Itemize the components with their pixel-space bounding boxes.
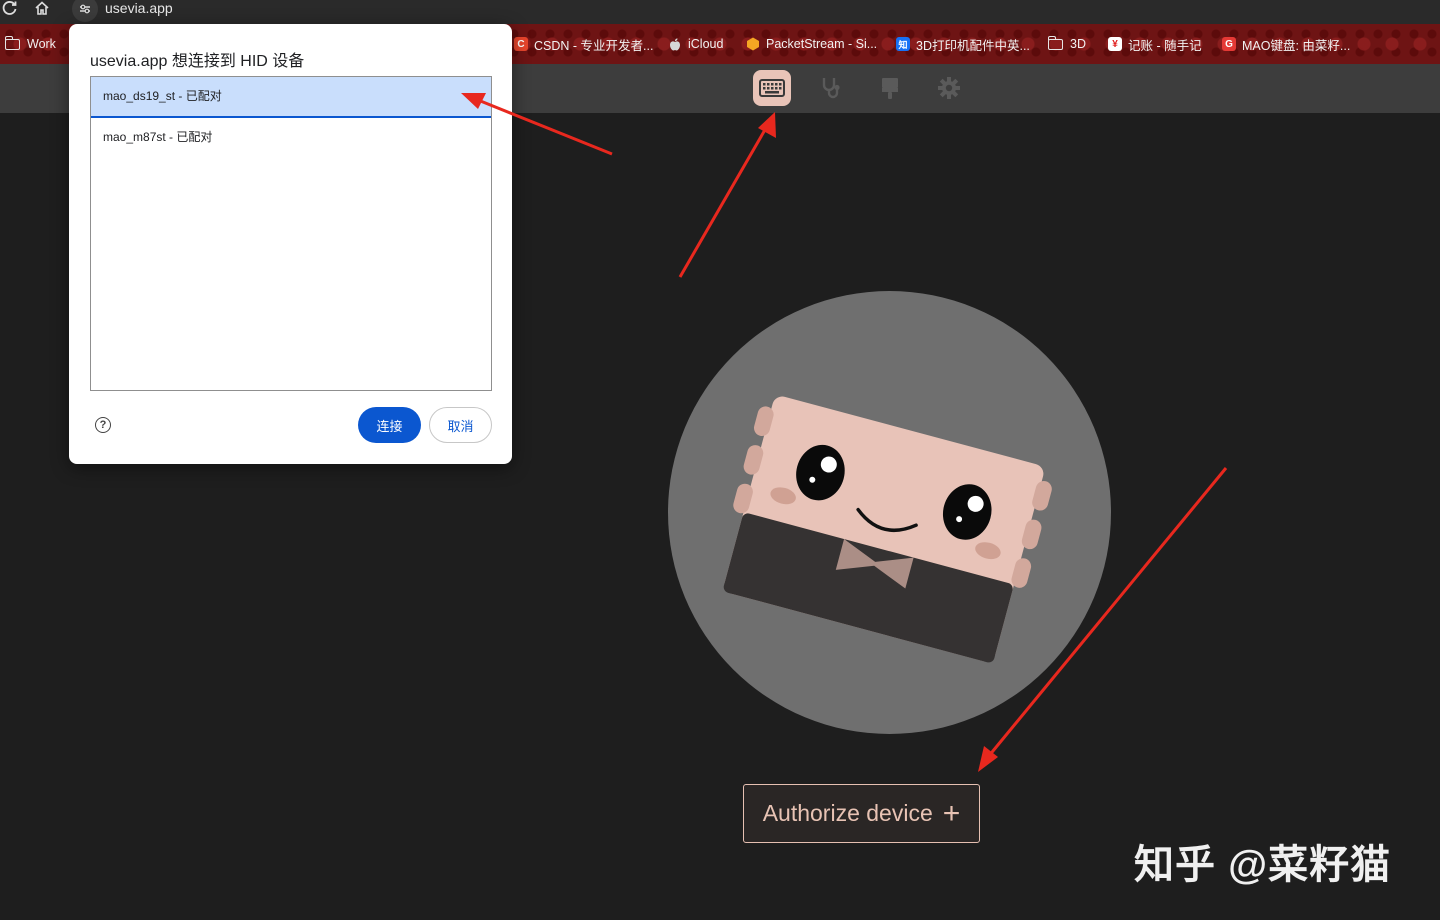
url-text[interactable]: usevia.app [105, 0, 173, 16]
bookmark-label: 记账 - 随手记 [1128, 38, 1202, 53]
arrow-head [758, 112, 776, 138]
bookmark-label: CSDN - 专业开发者... [534, 38, 654, 53]
keyboard-icon[interactable] [753, 70, 791, 106]
folder-icon [1047, 35, 1063, 50]
plus-icon: + [942, 796, 961, 830]
bookmark-label: iCloud [688, 37, 724, 51]
home-icon[interactable] [34, 0, 56, 20]
bookmark-work[interactable]: Work [4, 35, 56, 53]
bookmark-accounting[interactable]: ¥ 记账 - 随手记 [1108, 35, 1202, 53]
dialog-title: usevia.app 想连接到 HID 设备 [90, 53, 305, 70]
brush-icon[interactable] [871, 70, 909, 106]
device-list[interactable]: mao_ds19_st - 已配对 mao_m87st - 已配对 [90, 76, 492, 391]
device-item-selected[interactable]: mao_ds19_st - 已配对 [91, 77, 491, 118]
apple-icon [668, 37, 682, 51]
browser-address-bar: usevia.app [0, 0, 1440, 24]
bookmark-label: 3D [1070, 37, 1086, 51]
bookmark-icloud[interactable]: iCloud [668, 35, 723, 53]
authorize-device-label: Authorize device [762, 800, 933, 826]
reload-icon[interactable] [2, 0, 24, 20]
bookmark-3d-folder[interactable]: 3D [1047, 35, 1086, 53]
g-icon: G [1222, 37, 1236, 51]
arrow-to-keyboard-icon [678, 127, 768, 278]
bookmark-csdn[interactable]: C CSDN - 专业开发者... [514, 35, 653, 53]
connect-button[interactable]: 连接 [358, 407, 421, 443]
site-settings-icon[interactable] [72, 0, 98, 22]
hid-permission-dialog: usevia.app 想连接到 HID 设备 mao_ds19_st - 已配对… [69, 24, 512, 464]
bookmark-mao-keyboard[interactable]: G MAO键盘: 由菜籽... [1222, 35, 1350, 53]
bookmark-label: PacketStream - Si... [766, 37, 878, 51]
csdn-icon: C [514, 37, 528, 51]
bookmark-label: Work [27, 37, 56, 51]
bookmark-3d-parts[interactable]: 知 3D打印机配件中英... [896, 35, 1030, 53]
authorize-device-button[interactable]: Authorize device + [743, 784, 980, 843]
bookmark-label: 3D打印机配件中英... [916, 38, 1030, 53]
yen-icon: ¥ [1108, 37, 1122, 51]
help-icon[interactable]: ? [95, 417, 111, 433]
stethoscope-icon[interactable] [812, 70, 850, 106]
bookmark-packetstream[interactable]: PacketStream - Si... [746, 35, 877, 53]
cancel-button[interactable]: 取消 [429, 407, 492, 443]
packetstream-icon [746, 37, 760, 51]
arrow-head [978, 746, 998, 772]
zhihu-watermark: 知乎 @菜籽猫 [1134, 843, 1392, 887]
folder-icon [4, 35, 20, 50]
keyboard-mascot-illustration [668, 291, 1111, 734]
bookmark-label: MAO键盘: 由菜籽... [1242, 38, 1351, 53]
gear-icon[interactable] [930, 70, 968, 106]
device-item[interactable]: mao_m87st - 已配对 [91, 118, 491, 156]
zhihu-icon: 知 [896, 37, 910, 51]
